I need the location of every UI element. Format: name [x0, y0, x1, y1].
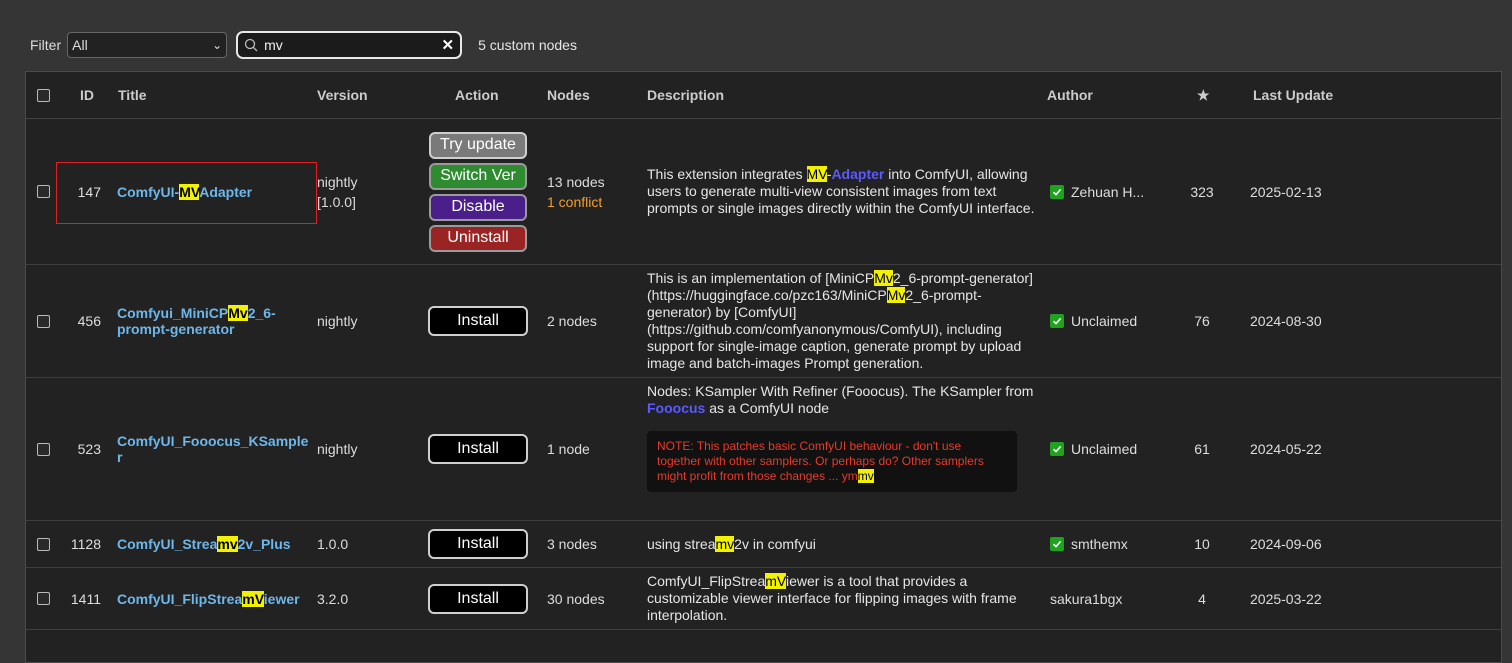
row-stars: 323 — [1190, 183, 1214, 200]
row-id: 1411 — [70, 590, 101, 607]
row-last-update: 2025-02-13 — [1250, 183, 1322, 200]
row-actions: Install — [426, 265, 530, 377]
row-stars: 10 — [1194, 536, 1210, 552]
row-description: This is an implementation of [MiniCPMv2_… — [647, 270, 1033, 371]
try-update-button[interactable]: Try update — [429, 131, 527, 159]
description-link[interactable]: Fooocus — [647, 400, 705, 416]
table-row[interactable]: 523 ComfyUI_Fooocus_KSampler nightly Ins… — [26, 378, 1501, 521]
row-actions: Install — [426, 378, 530, 520]
install-button[interactable]: Install — [428, 434, 528, 464]
row-checkbox[interactable] — [37, 442, 50, 456]
row-author: sakura1bgx — [1050, 590, 1123, 607]
row-version: nightly [1.0.0] — [317, 173, 358, 210]
filter-select[interactable]: All ⌄ — [67, 32, 228, 58]
search-input[interactable]: mv ✕ — [236, 31, 463, 59]
row-title[interactable]: ComfyUI_Fooocus_KSampler — [117, 378, 312, 520]
row-last-update: 2024-08-30 — [1250, 313, 1322, 329]
filter-value: All — [72, 37, 88, 53]
row-version: 1.0.0 — [317, 536, 349, 552]
row-title[interactable]: ComfyUI_Streamv2v_Plus — [117, 521, 312, 567]
row-id: 1128 — [70, 536, 101, 552]
row-author: Unclaimed — [1050, 378, 1160, 520]
select-all-checkbox-cell — [37, 72, 50, 118]
column-nodes[interactable]: Nodes — [547, 72, 590, 118]
install-button[interactable]: Install — [428, 583, 528, 614]
filter-label: Filter — [30, 37, 62, 53]
verified-check-icon — [1050, 184, 1064, 199]
verified-check-icon — [1050, 537, 1064, 551]
row-checkbox-cell — [37, 521, 50, 567]
row-author: Unclaimed — [1050, 265, 1160, 377]
row-description: using streamv2v in comfyui — [647, 535, 816, 552]
description-link[interactable]: Adapter — [831, 166, 884, 182]
row-checkbox-cell — [37, 265, 50, 377]
row-nodes: 2 nodes — [547, 313, 597, 329]
column-id[interactable]: ID — [80, 72, 94, 118]
column-last-update[interactable]: Last Update — [1253, 72, 1333, 118]
row-author: smthemx — [1050, 521, 1160, 567]
row-last-update: 2025-03-22 — [1250, 590, 1322, 607]
custom-nodes-table: ID Title Version Action Nodes Descriptio… — [25, 71, 1502, 663]
verified-check-icon — [1050, 442, 1064, 456]
row-description: ComfyUI_FlipStreamViewer is a tool that … — [647, 573, 1017, 623]
chevron-down-icon: ⌄ — [212, 38, 223, 52]
disable-button[interactable]: Disable — [429, 193, 527, 221]
column-title[interactable]: Title — [118, 72, 147, 118]
row-checkbox[interactable] — [37, 592, 50, 605]
row-nodes: 1 node — [547, 441, 590, 457]
conflict-link[interactable]: 1 conflict — [547, 192, 602, 212]
row-last-update: 2024-05-22 — [1250, 441, 1322, 457]
search-value: mv — [264, 37, 283, 53]
row-author: Zehuan H... — [1050, 119, 1160, 264]
row-stars: 76 — [1194, 313, 1210, 329]
table-row[interactable]: 1128 ComfyUI_Streamv2v_Plus 1.0.0 Instal… — [26, 521, 1501, 568]
row-title[interactable]: Comfyui_MiniCPMv2_6-prompt-generator — [117, 265, 312, 377]
row-id: 456 — [77, 313, 101, 329]
row-stars: 4 — [1198, 590, 1206, 607]
row-stars: 61 — [1194, 441, 1210, 457]
clear-search-icon[interactable]: ✕ — [442, 36, 455, 54]
table-row[interactable]: 456 Comfyui_MiniCPMv2_6-prompt-generator… — [26, 265, 1501, 378]
row-last-update: 2024-09-06 — [1250, 536, 1322, 552]
row-actions: Try update Switch Ver Disable Uninstall — [426, 119, 530, 264]
select-all-checkbox[interactable] — [37, 88, 50, 102]
column-stars[interactable]: ★ — [1197, 72, 1210, 118]
row-description: This extension integrates MV-Adapter int… — [647, 166, 1035, 216]
search-icon — [244, 38, 258, 52]
row-checkbox[interactable] — [37, 537, 50, 551]
table-row[interactable]: 1411 ComfyUI_FlipStreamViewer 3.2.0 Inst… — [26, 568, 1501, 630]
column-version[interactable]: Version — [317, 72, 368, 118]
description-note: NOTE: This patches basic ComfyUI behavio… — [647, 431, 1017, 492]
column-action: Action — [455, 87, 499, 103]
row-nodes: 3 nodes — [547, 536, 597, 552]
row-title[interactable]: ComfyUI_FlipStreamViewer — [117, 568, 312, 629]
install-button[interactable]: Install — [428, 529, 528, 559]
result-count: 5 custom nodes — [478, 37, 577, 53]
row-nodes: 30 nodes — [547, 590, 605, 607]
row-description: Nodes: KSampler With Refiner (Fooocus). … — [647, 378, 1039, 520]
row-checkbox-cell — [37, 378, 50, 520]
row-version: nightly — [317, 313, 358, 329]
row-checkbox[interactable] — [37, 314, 50, 328]
row-actions: Install — [426, 568, 530, 629]
row-version: nightly — [317, 441, 358, 457]
row-checkbox-cell — [37, 568, 50, 629]
column-author[interactable]: Author — [1047, 72, 1093, 118]
cell-selection-outline — [56, 162, 317, 224]
row-checkbox[interactable] — [37, 185, 50, 198]
row-id: 523 — [77, 441, 101, 457]
table-header: ID Title Version Action Nodes Descriptio… — [26, 72, 1501, 119]
row-nodes: 13 nodes 1 conflict — [547, 173, 605, 212]
row-version: 3.2.0 — [317, 590, 349, 607]
row-actions: Install — [426, 521, 530, 567]
install-button[interactable]: Install — [428, 306, 528, 336]
toolbar: Filter All ⌄ mv ✕ 5 custom nodes — [30, 31, 577, 59]
verified-check-icon — [1050, 314, 1064, 328]
switch-version-button[interactable]: Switch Ver — [429, 162, 527, 190]
column-description: Description — [647, 87, 725, 103]
row-checkbox-cell — [37, 119, 50, 264]
uninstall-button[interactable]: Uninstall — [429, 224, 527, 252]
